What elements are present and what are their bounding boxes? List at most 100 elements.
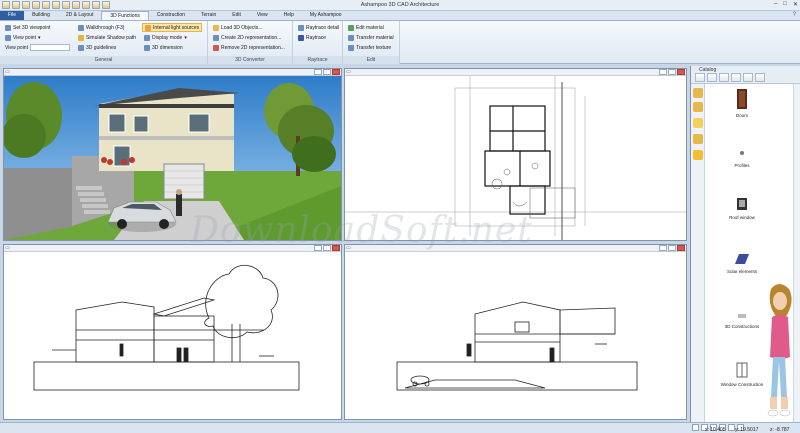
new-file-icon[interactable] [2,1,10,9]
ribbon-tabs: File Building 2D & Layout 3D Functions C… [0,11,800,21]
walkthrough-button[interactable]: Walkthrough (F3) [76,23,138,32]
viewport-minimize-button[interactable] [314,245,322,251]
tab-3d-functions[interactable]: 3D Functions [101,11,149,20]
zoom-icon[interactable] [728,424,735,431]
elevation-drawing-left [33,265,300,391]
tab-my-ashampoo[interactable]: My Ashampoo [302,11,350,20]
material-icon [348,24,354,31]
viewport-menu-icon[interactable]: ▭ [5,246,10,251]
viewport-close-button[interactable] [332,69,340,75]
folder-icon[interactable] [693,134,703,144]
view-point-dropdown[interactable]: View point ▾ [3,33,72,42]
tab-help[interactable]: Help [276,11,302,20]
viewport-maximize-button[interactable] [323,69,331,75]
profile-icon [740,151,744,155]
maximize-button[interactable]: □ [783,1,787,8]
catalog-item-profiles[interactable]: Profiles [707,146,777,168]
tab-file[interactable]: File [0,11,25,20]
folder-icon[interactable] [693,88,703,98]
viewport-menu-icon[interactable]: ▭ [346,70,351,75]
settings-icon[interactable] [102,1,110,9]
viewport-maximize-button[interactable] [668,69,676,75]
catalog-scrollbar[interactable] [793,84,800,422]
remove-2d-representation-button[interactable]: Remove 2D representation... [211,43,289,52]
viewport-elevation-north[interactable]: ▭ [344,244,687,420]
catalog-forward-icon[interactable] [719,73,729,82]
render-icon[interactable] [92,1,100,9]
edit-material-button[interactable]: Edit material [346,23,396,32]
group-raytrace: Raytrace detail Raytrace Raytrace [293,21,343,64]
catalog-item-doors[interactable]: Doors [707,88,777,118]
transfer-texture-button[interactable]: Transfer texture [346,43,396,52]
viewport-3d-render[interactable]: ▭ [3,68,342,241]
create-2d-representation-button[interactable]: Create 2D representation... [211,33,289,42]
help-icon[interactable]: ? [793,11,800,20]
viewport-menu-icon[interactable]: ▭ [346,246,351,251]
viewport-minimize-button[interactable] [314,69,322,75]
catalog-item-solar-elements[interactable]: Solar elements [707,252,777,274]
catalog-view-icon[interactable] [755,73,765,82]
raytrace-detail-button[interactable]: Raytrace detail [296,23,339,32]
group-label-3d-converter: 3D Converter [208,56,292,64]
construction-icon [738,314,746,318]
close-button[interactable]: ✕ [793,1,798,8]
ribbon: Set 3D viewpoint View point ▾ View point … [0,21,800,64]
internal-light-sources-button[interactable]: Internal light sources [142,23,203,32]
tab-building[interactable]: Building [24,11,58,20]
simulate-shadow-button[interactable]: Simulate Shadow path [76,33,138,42]
catalog-search-icon[interactable] [743,73,753,82]
remove-icon [213,44,219,51]
viewport-close-button[interactable] [677,69,685,75]
display-mode-dropdown[interactable]: Display mode ▾ [142,33,202,42]
viewport-maximize-button[interactable] [668,245,676,251]
set-3d-viewpoint-button[interactable]: Set 3D viewpoint [3,23,72,32]
catalog-back-icon[interactable] [695,73,705,82]
minimize-button[interactable]: – [774,1,777,8]
wall-tool-icon[interactable] [62,1,70,9]
catalog-toolbar [695,73,765,82]
status-x-coordinate: x: 10.405 [705,427,726,433]
view-point-select[interactable]: View point [3,43,72,52]
open-file-icon[interactable] [12,1,20,9]
tab-2d-layout[interactable]: 2D & Layout [58,11,102,20]
catalog-folder-icon[interactable] [707,73,717,82]
print-icon[interactable] [32,1,40,9]
3d-dimension-button[interactable]: 3D dimension [142,43,202,52]
save-file-icon[interactable] [22,1,30,9]
viewport-elevation-south[interactable]: ▭ [3,244,342,420]
group-edit: Edit material Transfer material Transfer… [343,21,400,64]
transfer-material-button[interactable]: Transfer material [346,33,396,42]
view-point-combo[interactable] [29,44,70,51]
star-icon[interactable] [693,150,703,160]
viewport-menu-icon[interactable]: ▭ [5,70,10,75]
grid-toggle-icon[interactable] [692,424,699,431]
roof-window-icon [737,198,747,210]
tab-construction[interactable]: Construction [149,11,193,20]
undo-icon[interactable] [42,1,50,9]
catalog-header: Catalog [691,66,800,84]
floor-plan-drawing [345,76,686,240]
catalog-panel: Catalog Doors Profiles Roof window Solar… [690,66,800,422]
3d-guidelines-button[interactable]: 3D guidelines [76,43,138,52]
folder-icon[interactable] [693,102,703,112]
viewport-close-button[interactable] [677,245,685,251]
folder-icon[interactable] [693,118,703,128]
viewport-minimize-button[interactable] [659,69,667,75]
tab-terrain[interactable]: Terrain [193,11,224,20]
catalog-up-icon[interactable] [731,73,741,82]
catalog-category-bar [691,84,705,422]
redo-icon[interactable] [52,1,60,9]
load-3d-objects-button[interactable]: Load 3D Objects... [211,23,289,32]
folder-icon [213,24,219,31]
raytrace-button[interactable]: Raytrace [296,33,339,42]
tab-edit[interactable]: Edit [224,11,249,20]
viewport-maximize-button[interactable] [323,245,331,251]
cad-tool-icon[interactable] [72,1,80,9]
viewport-floor-plan[interactable]: ▭ [344,68,687,241]
catalog-item-roof-window[interactable]: Roof window [707,196,777,220]
viewport-minimize-button[interactable] [659,245,667,251]
view-3d-icon[interactable] [82,1,90,9]
door-icon [737,89,747,109]
tab-view[interactable]: View [249,11,276,20]
viewport-close-button[interactable] [332,245,340,251]
